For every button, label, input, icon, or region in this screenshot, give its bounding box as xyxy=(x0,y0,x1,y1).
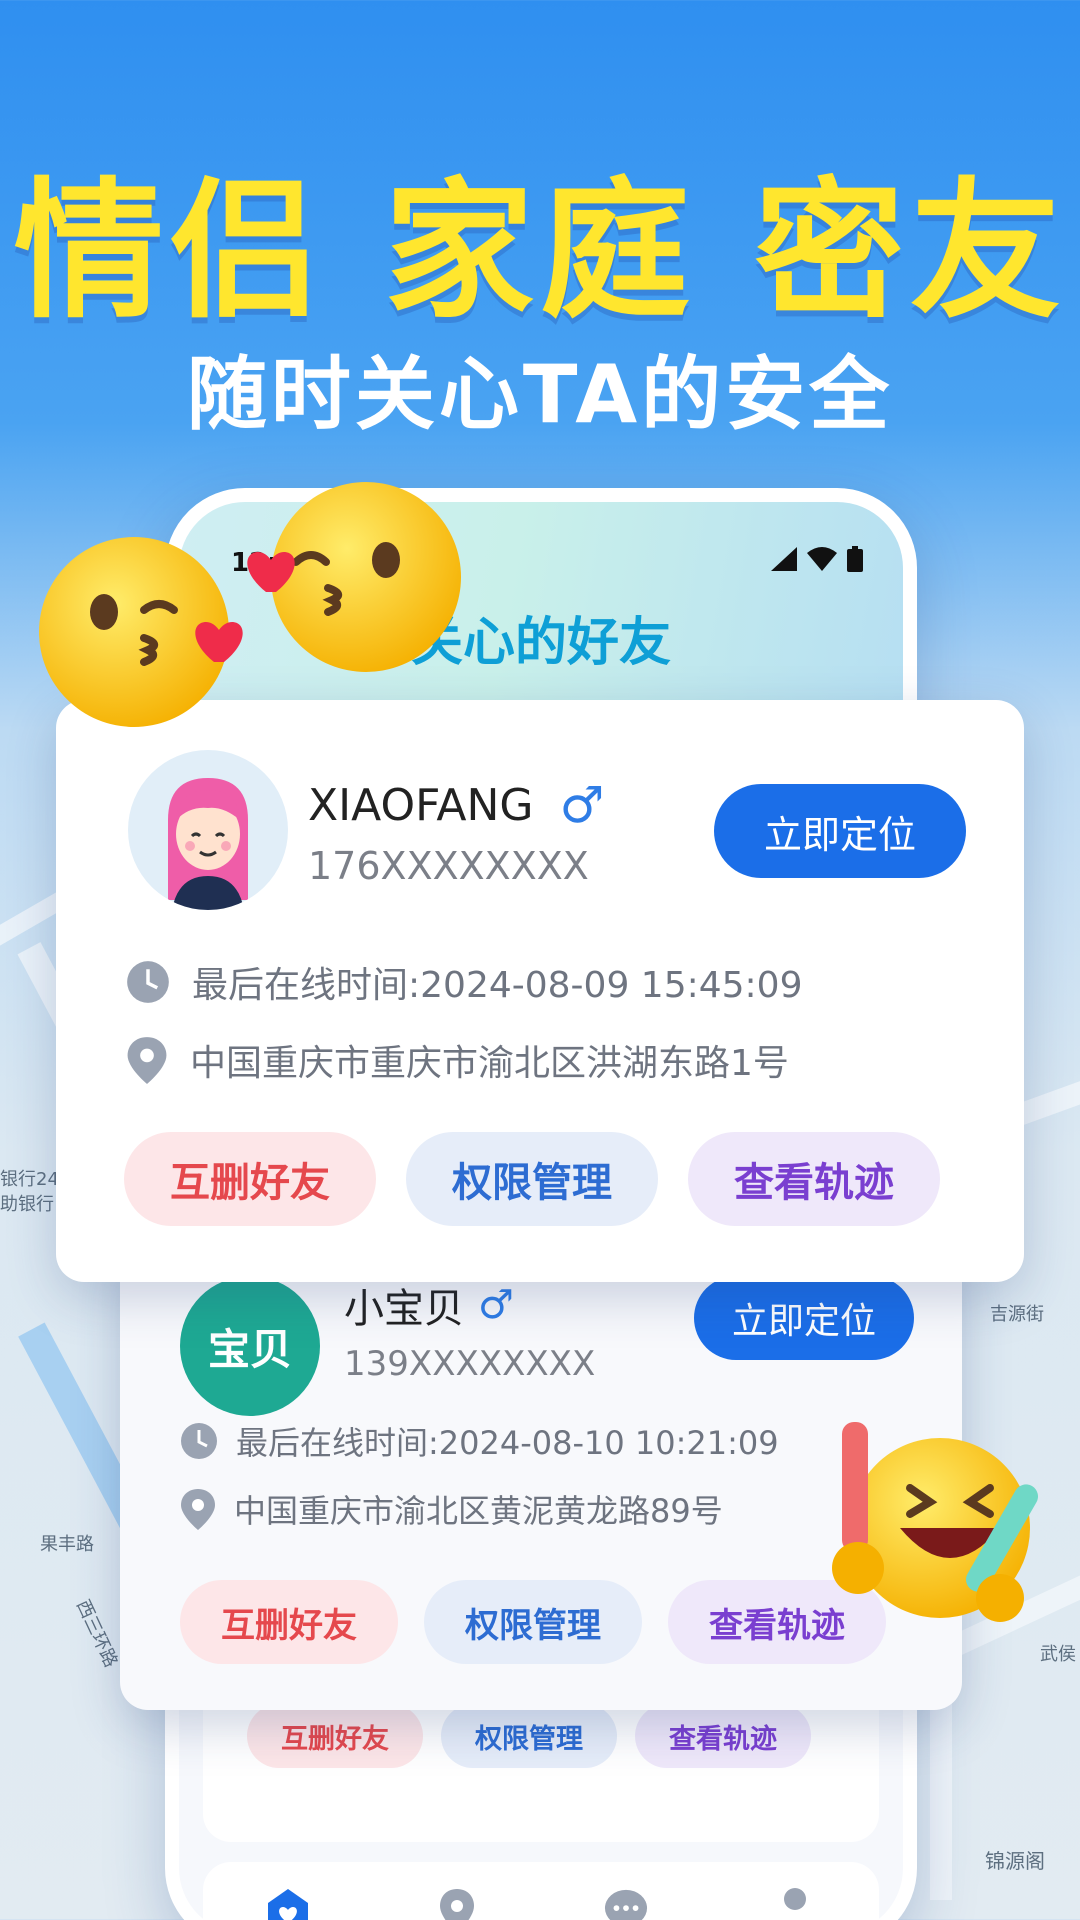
friend-name-text: XIAOFANG xyxy=(308,779,534,831)
friend-phone: 176XXXXXXXX xyxy=(308,844,589,888)
clock-icon xyxy=(181,1423,217,1459)
laughing-face-icon xyxy=(832,1422,1038,1622)
last-online-text: 最后在线时间:2024-08-10 10:21:09 xyxy=(236,1424,779,1462)
locate-now-button[interactable]: 立即定位 xyxy=(714,784,966,878)
map-label: 吉源街 xyxy=(990,1304,1044,1325)
delete-friend-button[interactable]: 互删好友 xyxy=(247,1704,423,1768)
avatar[interactable]: 宝贝 xyxy=(180,1276,320,1416)
girl-avatar-icon xyxy=(168,778,248,910)
map-label: 武侯 xyxy=(1040,1644,1076,1665)
permission-button[interactable]: 权限管理 xyxy=(406,1132,658,1226)
location-pin-icon xyxy=(127,1037,167,1084)
map-label: 银行24 xyxy=(0,1169,59,1190)
address-row: 中国重庆市渝北区黄泥黄龙路89号 xyxy=(180,1486,723,1532)
clock-icon xyxy=(127,961,169,1003)
location-pin-icon[interactable] xyxy=(435,1888,479,1920)
locate-now-button[interactable]: 立即定位 xyxy=(694,1276,914,1360)
avatar-text: 宝贝 xyxy=(207,1324,292,1374)
status-icons xyxy=(771,546,863,572)
friend-phone: 139XXXXXXXX xyxy=(344,1344,596,1384)
kissing-face-icon xyxy=(247,482,461,672)
male-icon: ♂ xyxy=(478,1282,514,1328)
battery-icon xyxy=(847,546,863,572)
profile-icon[interactable] xyxy=(773,1888,817,1920)
friend-name: XIAOFANG ♂ xyxy=(308,776,604,834)
home-heart-icon[interactable] xyxy=(266,1888,310,1920)
address-text: 中国重庆市重庆市渝北区洪湖东路1号 xyxy=(190,1043,789,1084)
chat-icon[interactable] xyxy=(604,1888,648,1920)
friend-card-1: XIAOFANG ♂ 176XXXXXXXX 立即定位 最后在线时间:2024-… xyxy=(56,700,1024,1282)
map-label: 果丰路 xyxy=(40,1534,94,1555)
map-label: 西三环路 xyxy=(71,1596,122,1671)
last-online-row: 最后在线时间:2024-08-09 15:45:09 xyxy=(126,956,802,1008)
last-online-text: 最后在线时间:2024-08-09 15:45:09 xyxy=(192,965,803,1006)
bottom-tab-bar xyxy=(203,1862,879,1920)
wifi-icon xyxy=(807,547,837,571)
delete-friend-button[interactable]: 互删好友 xyxy=(124,1132,376,1226)
kissing-face-icon xyxy=(39,537,243,727)
track-button[interactable]: 查看轨迹 xyxy=(688,1132,940,1226)
friend-name-text: 小宝贝 xyxy=(344,1286,464,1332)
location-pin-icon xyxy=(181,1489,215,1530)
track-button[interactable]: 查看轨迹 xyxy=(635,1704,811,1768)
avatar[interactable] xyxy=(128,750,288,910)
hero-subline: 随时关心TA的安全 xyxy=(186,348,894,441)
permission-button[interactable]: 权限管理 xyxy=(441,1704,617,1768)
last-online-row: 最后在线时间:2024-08-10 10:21:09 xyxy=(180,1418,779,1464)
permission-button[interactable]: 权限管理 xyxy=(424,1580,642,1664)
map-label: 锦源阁 xyxy=(985,1849,1045,1873)
map-label: 助银行 xyxy=(0,1194,54,1215)
address-text: 中国重庆市渝北区黄泥黄龙路89号 xyxy=(234,1492,723,1530)
male-icon: ♂ xyxy=(559,776,605,834)
signal-icon xyxy=(771,547,797,571)
hero-headline: 情侣 家庭 密友 xyxy=(13,165,1067,339)
friend-name: 小宝贝 ♂ xyxy=(344,1276,514,1334)
address-row: 中国重庆市重庆市渝北区洪湖东路1号 xyxy=(126,1034,789,1086)
delete-friend-button[interactable]: 互删好友 xyxy=(180,1580,398,1664)
